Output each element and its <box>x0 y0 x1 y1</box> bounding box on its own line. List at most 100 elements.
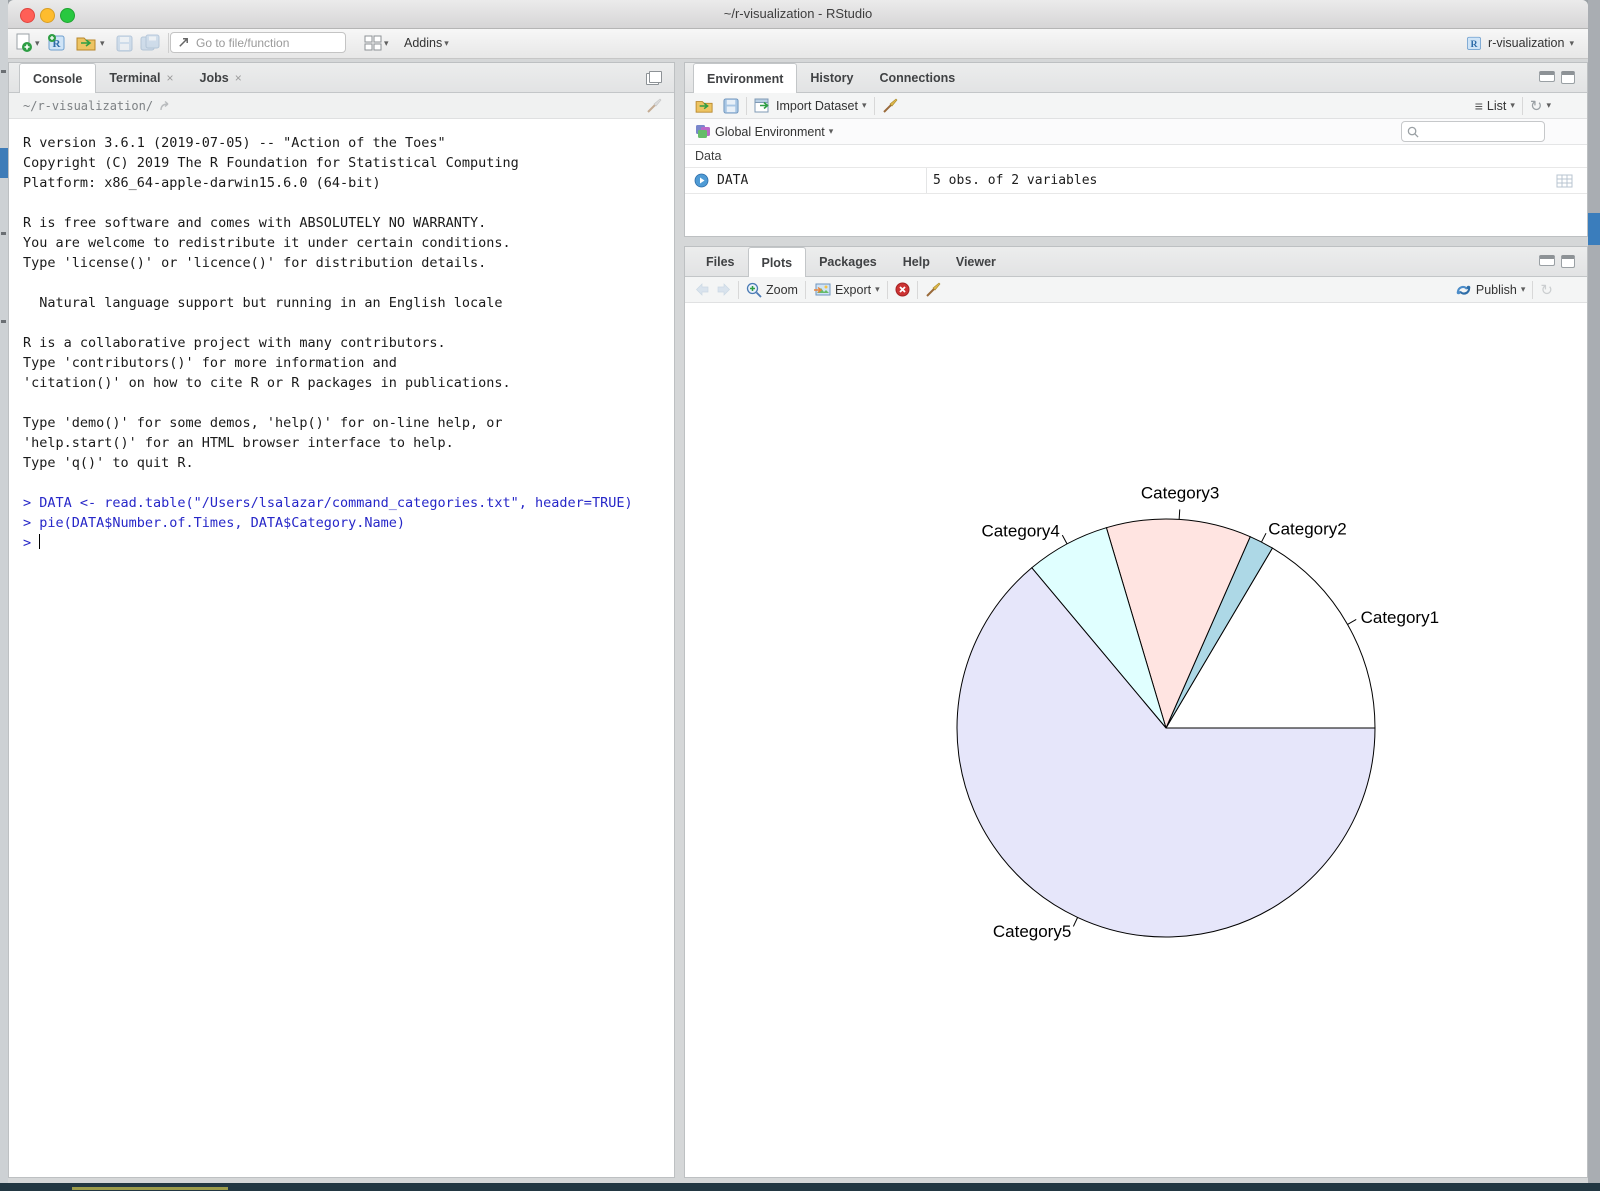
plot-canvas: Category1Category2Category3Category4Cate… <box>685 303 1587 1177</box>
export-image-icon <box>813 283 831 297</box>
background-scrollbar-fragment <box>1588 213 1600 245</box>
goto-placeholder: Go to file/function <box>196 36 289 50</box>
tab-console[interactable]: Console <box>19 63 96 93</box>
maximize-pane-icon[interactable] <box>1561 71 1575 84</box>
background-selection-fragment <box>0 148 8 178</box>
project-name-label: r-visualization <box>1488 36 1564 50</box>
console-output-line <box>23 273 674 293</box>
tab-files[interactable]: Files <box>693 247 748 276</box>
plots-toolbar: Zoom Export ▾ <box>685 277 1587 303</box>
console-prompt-line[interactable]: > <box>23 533 674 553</box>
publish-plot-button[interactable]: Publish ▾ <box>1455 283 1526 297</box>
plots-pane-controls <box>1539 255 1575 268</box>
addins-menu-button[interactable]: Addins ▾ <box>404 32 449 54</box>
import-dataset-button[interactable]: Import Dataset ▾ <box>754 98 867 113</box>
zoom-magnifier-icon <box>746 282 762 298</box>
global-environment-icon <box>695 124 711 139</box>
remove-plot-button[interactable] <box>895 282 910 297</box>
tab-history[interactable]: History <box>797 63 866 92</box>
console-output-line: R is a collaborative project with many c… <box>23 333 674 353</box>
pie-slice-label: Category5 <box>993 922 1071 941</box>
section-label: Data <box>695 149 721 163</box>
tab-connections[interactable]: Connections <box>866 63 968 92</box>
tab-packages[interactable]: Packages <box>806 247 890 276</box>
tab-help[interactable]: Help <box>890 247 943 276</box>
tab-jobs[interactable]: Jobs × <box>187 63 255 92</box>
main-toolbar: ▾ R ▾ <box>8 29 1588 59</box>
text-cursor <box>39 534 40 549</box>
title-bar[interactable]: ~/r-visualization - RStudio <box>8 0 1588 29</box>
broom-icon <box>925 282 941 298</box>
environment-section-header: Data <box>685 145 1587 168</box>
tab-plots[interactable]: Plots <box>748 247 807 277</box>
project-cube-icon: R <box>1465 34 1483 52</box>
new-file-icon <box>15 33 33 53</box>
clear-all-plots-button[interactable] <box>925 282 941 298</box>
console-output-area[interactable]: R version 3.6.1 (2019-07-05) -- "Action … <box>9 119 674 1177</box>
console-output-line: Platform: x86_64-apple-darwin15.6.0 (64-… <box>23 173 674 193</box>
maximize-pane-icon[interactable] <box>646 71 662 85</box>
console-output-line: Type 'q()' to quit R. <box>23 453 674 473</box>
export-label: Export <box>835 283 871 297</box>
close-jobs-tab-icon[interactable]: × <box>235 71 242 85</box>
broom-icon <box>882 98 898 114</box>
environment-tabstrip: Environment History Connections <box>685 63 1587 93</box>
pie-label-tick <box>1179 509 1180 519</box>
console-output-line <box>23 313 674 333</box>
close-terminal-tab-icon[interactable]: × <box>166 71 173 85</box>
goto-file-function-input[interactable]: Go to file/function <box>170 32 346 53</box>
goto-directory-icon[interactable] <box>159 100 173 112</box>
previous-plot-button[interactable] <box>695 283 710 296</box>
console-output-line: R version 3.6.1 (2019-07-05) -- "Action … <box>23 133 674 153</box>
publish-icon <box>1455 283 1472 297</box>
maximize-pane-icon[interactable] <box>1561 255 1575 268</box>
pie-label-tick <box>1261 533 1266 542</box>
refresh-plot-button[interactable]: ↻ <box>1540 281 1553 299</box>
pie-label-tick <box>1073 917 1077 926</box>
save-workspace-button[interactable] <box>723 98 739 114</box>
refresh-environment-button[interactable]: ↻ ▾ <box>1530 97 1551 115</box>
environment-toolbar: Import Dataset ▾ ≡ List ▾ ↻ ▾ <box>685 93 1587 119</box>
window-title: ~/r-visualization - RStudio <box>8 6 1588 21</box>
pie-label-tick <box>1062 535 1067 544</box>
list-view-button[interactable]: ≡ List ▾ <box>1475 98 1515 114</box>
tab-terminal[interactable]: Terminal × <box>96 63 186 92</box>
console-output-line: Type 'contributors()' for more informati… <box>23 353 674 373</box>
new-project-button[interactable]: R <box>46 32 68 54</box>
export-plot-button[interactable]: Export ▾ <box>813 283 880 297</box>
console-command-line: > DATA <- read.table("/Users/lsalazar/co… <box>23 493 674 513</box>
console-tabstrip: Console Terminal × Jobs × <box>9 63 674 93</box>
next-plot-button[interactable] <box>716 283 731 296</box>
console-output-line: R is free software and comes with ABSOLU… <box>23 213 674 233</box>
zoom-plot-button[interactable]: Zoom <box>746 282 798 298</box>
environment-scope-button[interactable]: Global Environment ▾ <box>695 124 833 139</box>
minimize-pane-icon[interactable] <box>1539 255 1555 266</box>
environment-pane-controls <box>1539 71 1575 84</box>
console-workingdir-row: ~/r-visualization/ <box>9 93 674 119</box>
rstudio-window: ~/r-visualization - RStudio ▾ R <box>8 0 1588 1183</box>
console-output-line <box>23 193 674 213</box>
new-file-button[interactable]: ▾ <box>15 32 40 54</box>
environment-object-row[interactable]: DATA 5 obs. of 2 variables <box>685 168 1587 194</box>
project-menu-button[interactable]: R r-visualization ▾ <box>1465 32 1574 54</box>
environment-search-input[interactable] <box>1401 121 1545 142</box>
expand-object-icon[interactable] <box>694 173 709 188</box>
refresh-icon: ↻ <box>1540 281 1553 299</box>
list-icon: ≡ <box>1475 98 1483 114</box>
clear-console-icon[interactable] <box>646 98 662 114</box>
view-table-icon[interactable] <box>1556 174 1573 188</box>
load-workspace-button[interactable] <box>695 98 715 114</box>
background-window-strip-bottom <box>0 1183 1600 1191</box>
clear-environment-button[interactable] <box>882 98 898 114</box>
remove-plot-icon <box>895 282 910 297</box>
console-pane: Console Terminal × Jobs × ~/r-visualizat… <box>8 62 675 1178</box>
workspace-panes-button[interactable]: ▾ <box>364 32 389 54</box>
background-window-sliver-right <box>1588 0 1600 1191</box>
save-button[interactable] <box>116 32 133 54</box>
open-file-button[interactable]: ▾ <box>76 32 105 54</box>
save-all-button[interactable] <box>140 32 160 54</box>
minimize-pane-icon[interactable] <box>1539 71 1555 82</box>
tab-environment[interactable]: Environment <box>693 63 797 93</box>
tab-viewer[interactable]: Viewer <box>943 247 1009 276</box>
save-icon <box>723 98 739 114</box>
